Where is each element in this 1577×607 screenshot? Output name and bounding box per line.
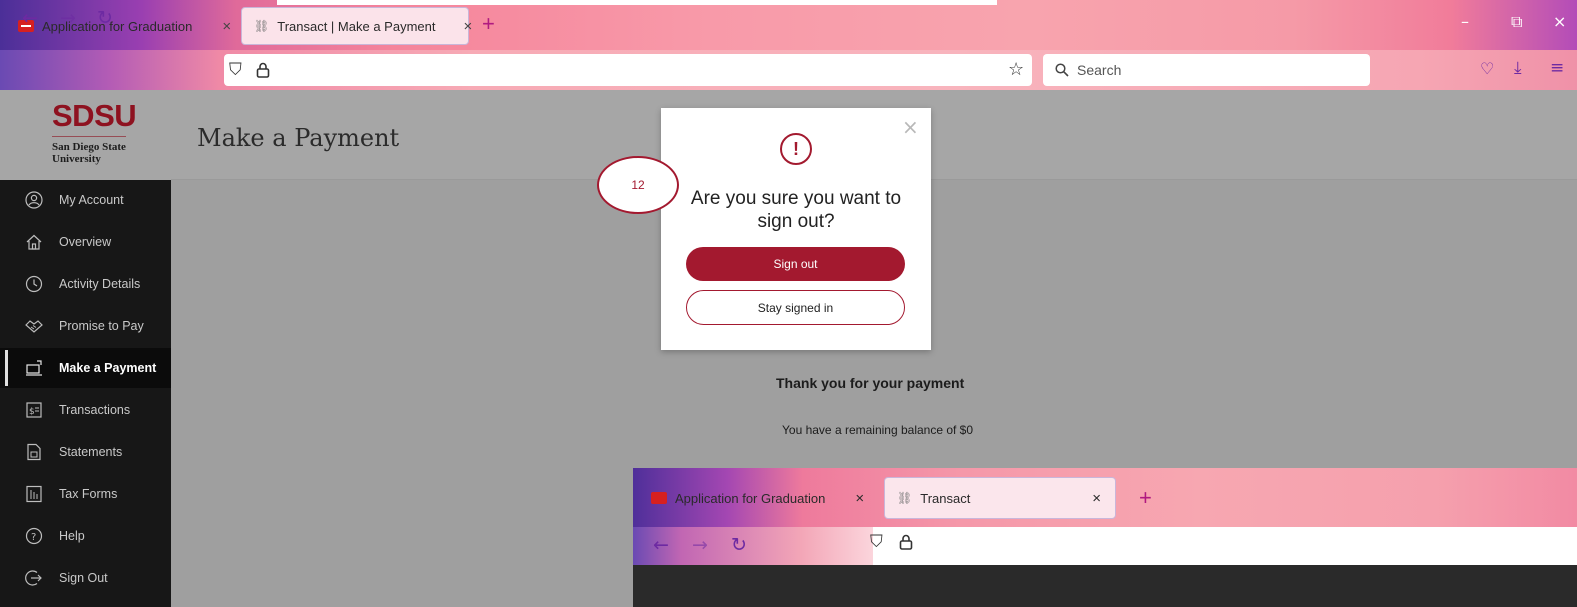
sidebar-item-label: Promise to Pay: [59, 319, 144, 333]
inset-browser-screenshot: Application for Graduation × ⛓ Transact …: [633, 468, 1577, 607]
sidebar-item-label: Statements: [59, 445, 123, 459]
sidebar-item-promise-to-pay[interactable]: Promise to Pay: [0, 306, 171, 346]
sidebar-item-make-a-payment[interactable]: Make a Payment: [0, 348, 171, 388]
sidebar-item-tax-forms[interactable]: Tax Forms: [0, 474, 171, 514]
address-bar[interactable]: ⛉: [224, 54, 1032, 86]
sidebar-item-label: Tax Forms: [59, 487, 118, 501]
link-icon: ⛓: [897, 491, 913, 505]
download-icon[interactable]: ⤓: [1514, 58, 1522, 78]
link-icon: ⛓: [254, 19, 270, 33]
payment-icon: [24, 358, 44, 378]
logo-divider: [52, 136, 126, 137]
sidebar-item-label: Transactions: [59, 403, 131, 417]
inset-tab-transact[interactable]: ⛓ Transact ×: [884, 477, 1116, 519]
logo-wordmark: SDSU: [52, 98, 137, 133]
sidebar-item-my-account[interactable]: My Account: [0, 180, 171, 220]
reload-icon[interactable]: ↻: [731, 536, 747, 555]
sidebar-item-help[interactable]: ? Help: [0, 516, 171, 556]
back-arrow-icon[interactable]: ←: [22, 9, 38, 28]
lock-icon[interactable]: [256, 62, 270, 78]
tab-title: Application for Graduation: [675, 490, 826, 506]
warning-icon: !: [780, 133, 812, 165]
step-number-badge: 12: [597, 156, 679, 214]
restore-button[interactable]: ⧉: [1511, 14, 1522, 30]
close-tab-icon[interactable]: ×: [463, 18, 472, 35]
svg-text:?: ?: [31, 532, 36, 543]
tab-title: Transact | Make a Payment: [277, 18, 436, 34]
lock-icon[interactable]: [899, 534, 913, 550]
sidebar-nav: My Account Overview Activity Details Pro…: [0, 180, 171, 607]
sidebar-item-label: Help: [59, 529, 85, 543]
minimize-button[interactable]: –: [1461, 14, 1469, 30]
dialog-question: Are you sure you want to sign out?: [690, 188, 902, 232]
close-icon[interactable]: ×: [902, 117, 919, 137]
tab-title: Transact: [920, 490, 971, 506]
handshake-icon: [24, 316, 44, 336]
clock-icon: [24, 274, 44, 294]
help-icon: ?: [24, 526, 44, 546]
back-arrow-icon[interactable]: ←: [653, 536, 669, 555]
remaining-balance-text: You have a remaining balance of $0: [782, 423, 974, 437]
svg-text:$: $: [29, 407, 35, 417]
sidebar-item-overview[interactable]: Overview: [0, 222, 171, 262]
dollar-doc-icon: $: [24, 400, 44, 420]
new-tab-button[interactable]: +: [482, 13, 495, 35]
shield-icon[interactable]: ⛉: [870, 532, 883, 552]
close-tab-icon[interactable]: ×: [855, 490, 864, 507]
payment-thanks-heading: Thank you for your payment: [776, 375, 965, 391]
inset-page-content: [633, 565, 1577, 607]
browser-tab-bar: [0, 0, 1577, 50]
sidebar-item-label: Sign Out: [59, 571, 108, 585]
close-window-button[interactable]: ×: [1553, 14, 1566, 30]
sidebar-item-activity-details[interactable]: Activity Details: [0, 264, 171, 304]
tab-application-for-graduation[interactable]: Application for Graduation ×: [18, 7, 231, 45]
close-tab-icon[interactable]: ×: [222, 18, 231, 35]
tab-transact-make-a-payment[interactable]: ⛓ Transact | Make a Payment ×: [241, 7, 472, 45]
search-input[interactable]: Search: [1043, 54, 1370, 86]
tax-form-icon: [24, 484, 44, 504]
menu-icon[interactable]: ≡: [1550, 58, 1564, 78]
stay-signed-in-button[interactable]: Stay signed in: [686, 290, 905, 325]
logo-university-name: San Diego State University: [52, 141, 126, 165]
home-icon: [24, 232, 44, 252]
search-icon: [1055, 63, 1069, 77]
sign-out-button[interactable]: Sign out: [686, 247, 905, 281]
sidebar-item-label: Overview: [59, 235, 112, 249]
user-circle-icon: [24, 190, 44, 210]
bookmark-star-icon[interactable]: ☆: [1008, 59, 1024, 80]
search-placeholder: Search: [1077, 62, 1122, 78]
sdsu-favicon-icon: [651, 492, 667, 504]
sidebar-item-label: Make a Payment: [59, 361, 157, 375]
sidebar-item-transactions[interactable]: $ Transactions: [0, 390, 171, 430]
page-title: Make a Payment: [197, 124, 400, 152]
inset-tab-application-for-graduation[interactable]: Application for Graduation ×: [651, 477, 864, 519]
sidebar-item-statements[interactable]: Statements: [0, 432, 171, 472]
shield-icon[interactable]: ⛉: [229, 60, 242, 80]
inset-nav-gradient: [633, 527, 873, 565]
new-tab-button[interactable]: +: [1139, 487, 1152, 509]
sign-out-icon: [24, 568, 44, 588]
forward-arrow-icon[interactable]: →: [60, 9, 76, 28]
close-tab-icon[interactable]: ×: [1092, 490, 1101, 507]
pocket-icon[interactable]: ♡: [1480, 59, 1494, 78]
reload-icon[interactable]: ↻: [97, 9, 113, 28]
sidebar-item-label: Activity Details: [59, 277, 141, 291]
statement-icon: [24, 442, 44, 462]
forward-arrow-icon[interactable]: →: [692, 536, 708, 555]
sidebar-item-label: My Account: [59, 193, 124, 207]
sidebar-item-sign-out[interactable]: Sign Out: [0, 558, 171, 598]
tab-bar-highlight: [277, 0, 997, 5]
